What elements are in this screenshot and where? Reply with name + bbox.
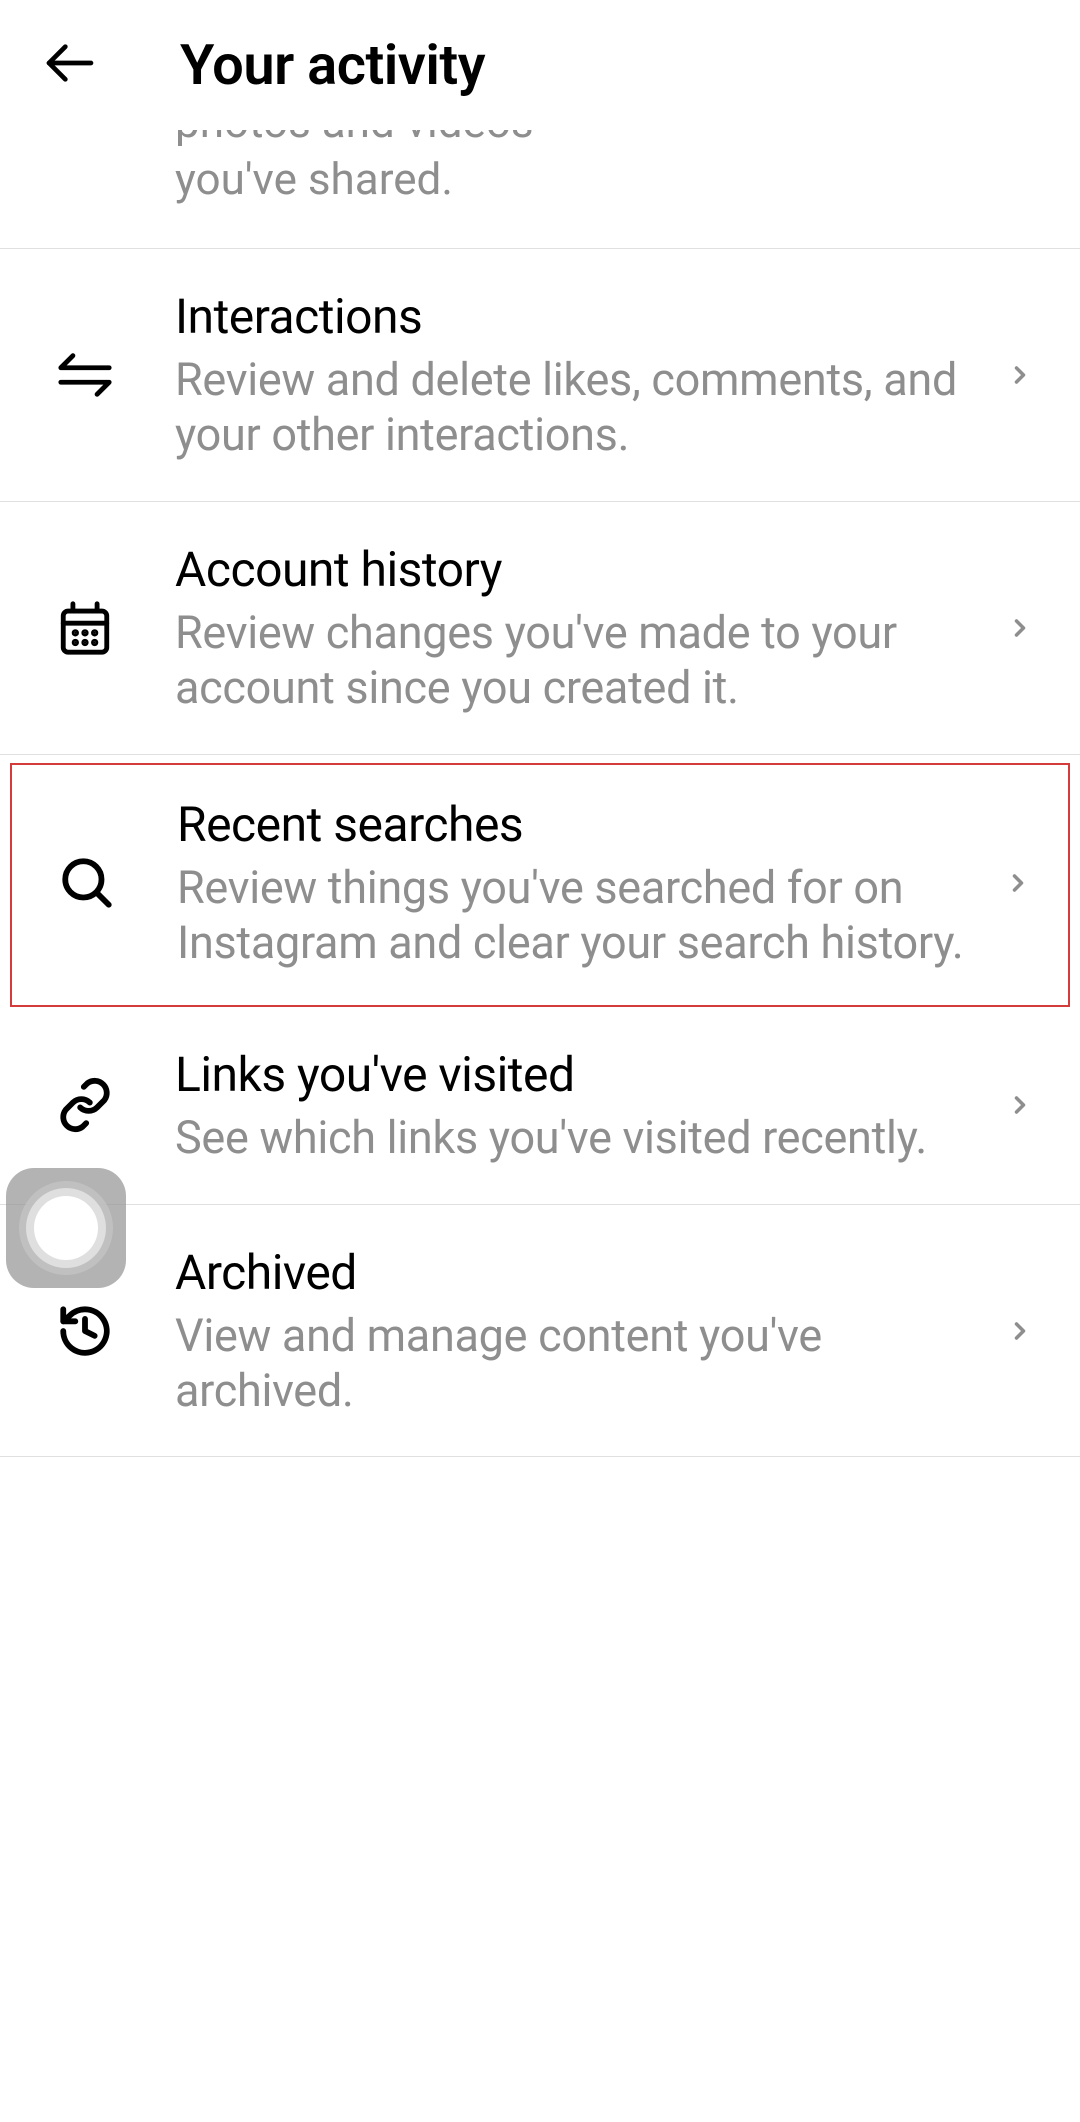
- list-item-account-history[interactable]: Account history Review changes you've ma…: [0, 502, 1080, 755]
- item-desc: See which links you've visited recently.: [175, 1111, 970, 1166]
- item-desc: View and manage content you've archived.: [175, 1309, 970, 1419]
- item-content: Recent searches Review things you've sea…: [142, 795, 998, 971]
- arrow-left-icon: [42, 35, 98, 95]
- item-title: Account history: [175, 540, 970, 600]
- chevron-right-icon: [1000, 1091, 1040, 1119]
- chevron-right-icon: [998, 869, 1038, 897]
- item-title: Archived: [175, 1243, 970, 1303]
- item-title: Links you've visited: [175, 1045, 970, 1105]
- list-item-interactions[interactable]: Interactions Review and delete likes, co…: [0, 249, 1080, 502]
- item-content: Archived View and manage content you've …: [140, 1243, 1000, 1419]
- assistive-touch-button[interactable]: [6, 1168, 126, 1288]
- item-content: Account history Review changes you've ma…: [140, 540, 1000, 716]
- back-button[interactable]: [40, 35, 100, 95]
- list-item-archived[interactable]: Archived View and manage content you've …: [0, 1205, 1080, 1458]
- link-icon: [30, 1076, 140, 1134]
- item-title: Recent searches: [177, 795, 968, 855]
- item-desc: Review and delete likes, comments, and y…: [175, 353, 970, 463]
- list-item-recent-searches[interactable]: Recent searches Review things you've sea…: [10, 763, 1070, 1007]
- calendar-icon: [30, 599, 140, 657]
- arrows-exchange-icon: [30, 346, 140, 404]
- chevron-right-icon: [1000, 361, 1040, 389]
- chevron-right-icon: [1000, 614, 1040, 642]
- item-desc: Review changes you've made to your accou…: [175, 606, 970, 716]
- list-item-links-visited[interactable]: Links you've visited See which links you…: [0, 1007, 1080, 1205]
- item-title: Interactions: [175, 287, 970, 347]
- item-content: Links you've visited See which links you…: [140, 1045, 1000, 1166]
- item-desc: Review things you've searched for on Ins…: [177, 861, 968, 971]
- partial-line1: photos and videos: [175, 130, 1080, 151]
- partial-line2: you've shared.: [175, 151, 1080, 208]
- item-content: Interactions Review and delete likes, co…: [140, 287, 1000, 463]
- page-title: Your activity: [180, 32, 485, 98]
- activity-list: Interactions Review and delete likes, co…: [0, 249, 1080, 1457]
- chevron-right-icon: [1000, 1317, 1040, 1345]
- history-icon: [30, 1302, 140, 1360]
- header: Your activity: [0, 0, 1080, 130]
- partial-item: photos and videos you've shared.: [0, 130, 1080, 249]
- search-icon: [32, 854, 142, 912]
